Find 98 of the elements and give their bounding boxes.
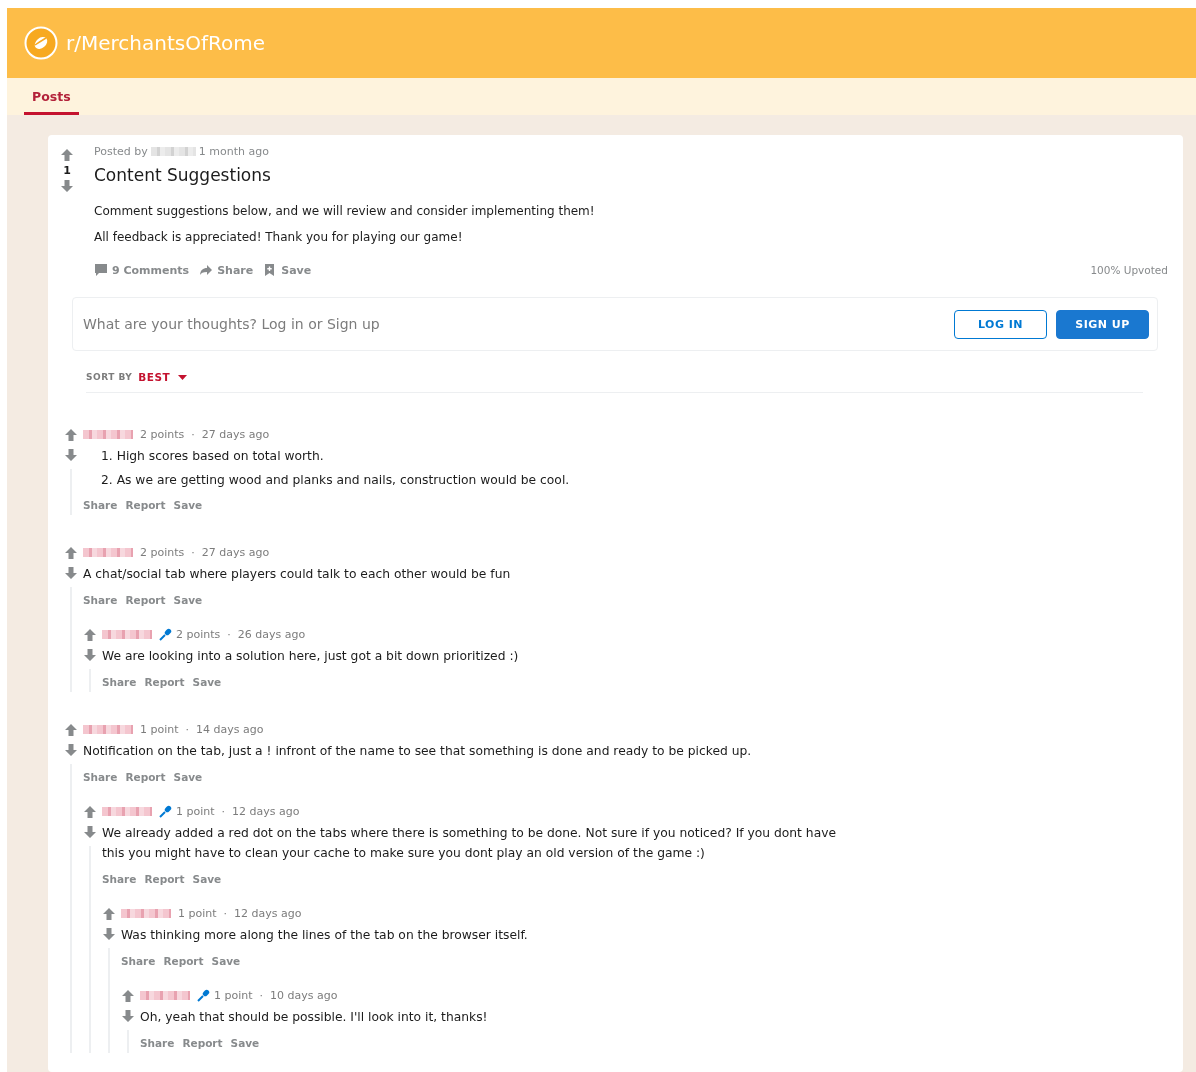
downvote-icon[interactable] <box>64 744 77 756</box>
upvote-icon[interactable] <box>64 547 77 559</box>
microphone-icon <box>159 804 172 818</box>
downvote-icon[interactable] <box>61 180 73 192</box>
tab[interactable]: Posts <box>24 78 79 115</box>
downvote-icon[interactable] <box>83 826 96 838</box>
log-in-button[interactable]: LOG IN <box>954 309 1047 339</box>
comment-time: 27 days ago <box>201 427 270 441</box>
separator-dot: · <box>221 804 226 818</box>
comment-text: We already added a red dot on the tabs where there is something to be done. Not sure if you noticed? If you dont have this you might have to clean your cache to make sure you dont play an old version of the game :) <box>102 825 838 862</box>
comment-action-button[interactable]: Report <box>125 499 166 511</box>
comment-action-button[interactable]: Report <box>125 594 166 606</box>
comment-points: 2 points <box>140 545 185 559</box>
share-button[interactable]: Share <box>199 263 254 277</box>
comment-action-button[interactable]: Share <box>83 771 118 783</box>
comment-action-button[interactable]: Save <box>173 771 203 783</box>
redacted-username <box>102 629 152 639</box>
post-text: All feedback is appreciated! Thank you for playing our game! <box>94 229 464 245</box>
comments-button[interactable]: 9 Comments <box>94 263 190 277</box>
post-text: Comment suggestions below, and we will review and consider implementing them! <box>94 203 596 219</box>
comment-action-button[interactable]: Share <box>102 873 137 885</box>
comment-action-button[interactable]: Report <box>182 1037 223 1049</box>
comment-action-button[interactable]: Save <box>173 499 203 511</box>
comment-action-button[interactable]: Save <box>211 955 241 967</box>
separator-dot: · <box>227 627 231 641</box>
downvote-icon[interactable] <box>102 928 115 940</box>
save-button[interactable]: Save <box>263 263 312 277</box>
comment-text: Notification on the tab, just a ! infront of the name to see that something is done and ready to be picked up. <box>83 743 753 760</box>
downvote-icon[interactable] <box>121 1010 134 1022</box>
upvote-icon[interactable] <box>121 990 134 1002</box>
sort-dropdown[interactable]: BEST <box>138 371 188 383</box>
comment-points: 1 point <box>214 988 253 1002</box>
separator-dot: · <box>191 427 195 441</box>
caret-icon <box>178 374 188 380</box>
comment-time: 14 days ago <box>196 722 264 736</box>
microphone-icon <box>159 627 172 641</box>
upvote-icon[interactable] <box>102 908 115 920</box>
comment-action-button[interactable]: Report <box>163 955 204 967</box>
upvote-icon[interactable] <box>64 429 77 441</box>
sign-up-button[interactable]: SIGN UP <box>1056 309 1149 339</box>
upvote-icon[interactable] <box>83 806 96 818</box>
downvote-icon[interactable] <box>64 449 77 461</box>
comment-text: A chat/social tab where players could talk to each other would be fun <box>83 566 512 583</box>
comment-action-button[interactable]: Report <box>144 676 185 688</box>
share-icon <box>199 263 214 277</box>
redacted-username <box>102 806 152 816</box>
comment-action-button[interactable]: Save <box>230 1037 260 1049</box>
comment-points: 1 point <box>178 906 217 920</box>
sort-label: SORT BY <box>86 372 133 382</box>
list-item-text: 1. High scores based on total worth. <box>101 448 325 465</box>
posted-by-label: Posted by <box>94 144 148 158</box>
redacted-username <box>140 990 190 1000</box>
upvote-icon[interactable] <box>83 629 96 641</box>
comment-action-button[interactable]: Share <box>102 676 137 688</box>
redacted-username <box>121 908 171 918</box>
comment-time: 27 days ago <box>201 545 270 559</box>
upvote-icon[interactable] <box>64 724 77 736</box>
comment-action-button[interactable]: Share <box>83 499 118 511</box>
redacted-username <box>150 146 196 156</box>
comment-text: Oh, yeah that should be possible. I'll look into it, thanks! <box>140 1009 489 1026</box>
vote-score: 1 <box>63 164 71 177</box>
comment-time: 26 days ago <box>237 627 306 641</box>
upvote-icon[interactable] <box>61 149 73 161</box>
downvote-icon[interactable] <box>83 649 96 661</box>
comment-action-button[interactable]: Save <box>173 594 203 606</box>
comment-action-button[interactable]: Report <box>125 771 166 783</box>
separator-dot: · <box>191 545 195 559</box>
comment-time: 12 days ago <box>234 906 302 920</box>
redacted-username <box>83 547 133 557</box>
comment-time: 12 days ago <box>232 804 300 818</box>
list-item-text: 2. As we are getting wood and planks and nails, construction would be cool. <box>101 472 571 489</box>
comment-points: 2 points <box>176 627 221 641</box>
subreddit-logo-icon <box>24 26 58 60</box>
separator-dot: · <box>259 988 264 1002</box>
comment-action-button[interactable]: Share <box>83 594 118 606</box>
comment-action-button[interactable]: Save <box>192 873 222 885</box>
redacted-username <box>83 724 133 734</box>
comment-action-button[interactable]: Share <box>121 955 156 967</box>
downvote-icon[interactable] <box>64 567 77 579</box>
upvote-percentage: 100% Upvoted <box>1090 264 1168 276</box>
subreddit-title: r/MerchantsOfRome <box>66 31 265 55</box>
comment-points: 1 point <box>176 804 215 818</box>
comment-text: Was thinking more along the lines of the tab on the browser itself. <box>121 927 529 944</box>
separator-dot: · <box>185 722 190 736</box>
comment-points: 2 points <box>140 427 185 441</box>
post-title: Content Suggestions <box>94 165 272 185</box>
comment-text: We are looking into a solution here, just got a bit down prioritized :) <box>102 648 520 665</box>
comment-box[interactable]: What are your thoughts? Log in or Sign up LOG IN SIGN UP <box>72 297 1158 351</box>
microphone-icon <box>197 988 210 1002</box>
post-time: 1 month ago <box>198 144 269 158</box>
comment-time: 10 days ago <box>270 988 338 1002</box>
comment-points: 1 point <box>140 722 179 736</box>
redacted-username <box>83 429 133 439</box>
comment-action-button[interactable]: Report <box>144 873 185 885</box>
separator-dot: · <box>223 906 228 920</box>
comment-action-button[interactable]: Save <box>192 676 222 688</box>
comment-action-button[interactable]: Share <box>140 1037 175 1049</box>
comment-icon <box>94 263 108 277</box>
